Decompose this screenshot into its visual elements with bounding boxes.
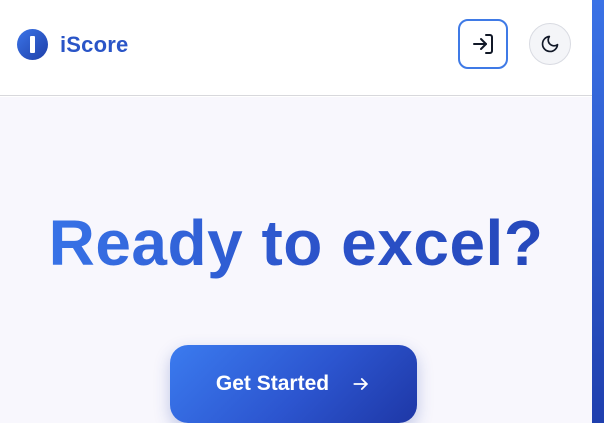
scrollbar[interactable] xyxy=(592,0,604,423)
arrow-right-icon xyxy=(351,374,371,394)
login-icon xyxy=(473,34,493,54)
brand-logo[interactable]: iScore xyxy=(17,29,128,60)
get-started-label: Get Started xyxy=(215,372,330,395)
theme-toggle-button[interactable] xyxy=(529,23,571,65)
hero-headline: Ready to excel? xyxy=(0,205,592,281)
brand-mark-icon xyxy=(17,29,48,60)
get-started-button[interactable]: Get Started xyxy=(170,345,417,423)
page: iScore Ready to excel? Get Started xyxy=(0,0,604,423)
moon-icon xyxy=(541,35,559,53)
login-button[interactable] xyxy=(458,19,508,69)
hero-section: Ready to excel? Get Started xyxy=(0,97,592,423)
brand-name: iScore xyxy=(60,31,129,57)
top-navbar: iScore xyxy=(0,0,592,96)
